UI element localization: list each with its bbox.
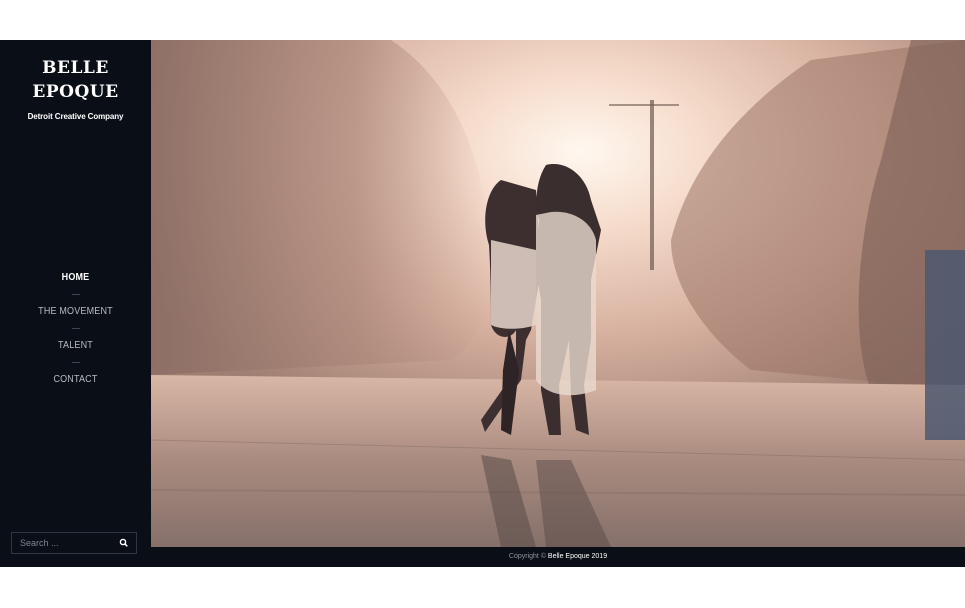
search-form <box>11 532 137 554</box>
page-frame: BELLE EPOQUE Detroit Creative Company HO… <box>0 40 965 567</box>
site-tagline: Detroit Creative Company <box>27 112 124 121</box>
footer: Copyright © Belle Epoque 2019 <box>151 547 965 567</box>
nav-divider <box>71 362 80 363</box>
nav-item-talent[interactable]: TALENT <box>8 338 144 354</box>
search-input[interactable] <box>12 533 118 553</box>
nav-divider <box>71 294 80 295</box>
brand-line-1: BELLE <box>42 58 109 78</box>
footer-brand-link[interactable]: Belle Epoque 2019 <box>548 553 607 560</box>
search-button[interactable] <box>116 535 132 551</box>
nav-divider <box>71 328 80 329</box>
brand-line-2: EPOQUE <box>32 82 119 102</box>
hero-image <box>151 40 965 547</box>
nav-item-contact[interactable]: CONTACT <box>8 372 144 388</box>
main-nav: HOME THE MOVEMENT TALENT CONTACT <box>0 270 151 388</box>
copyright-text: Copyright © <box>508 553 546 560</box>
sidebar: BELLE EPOQUE Detroit Creative Company HO… <box>0 40 151 567</box>
nav-item-home[interactable]: HOME <box>8 270 144 286</box>
nav-item-the-movement[interactable]: THE MOVEMENT <box>8 304 144 320</box>
site-logo[interactable]: BELLE EPOQUE Detroit Creative Company <box>0 56 151 121</box>
search-icon <box>119 538 128 547</box>
hero-photo <box>151 40 965 547</box>
